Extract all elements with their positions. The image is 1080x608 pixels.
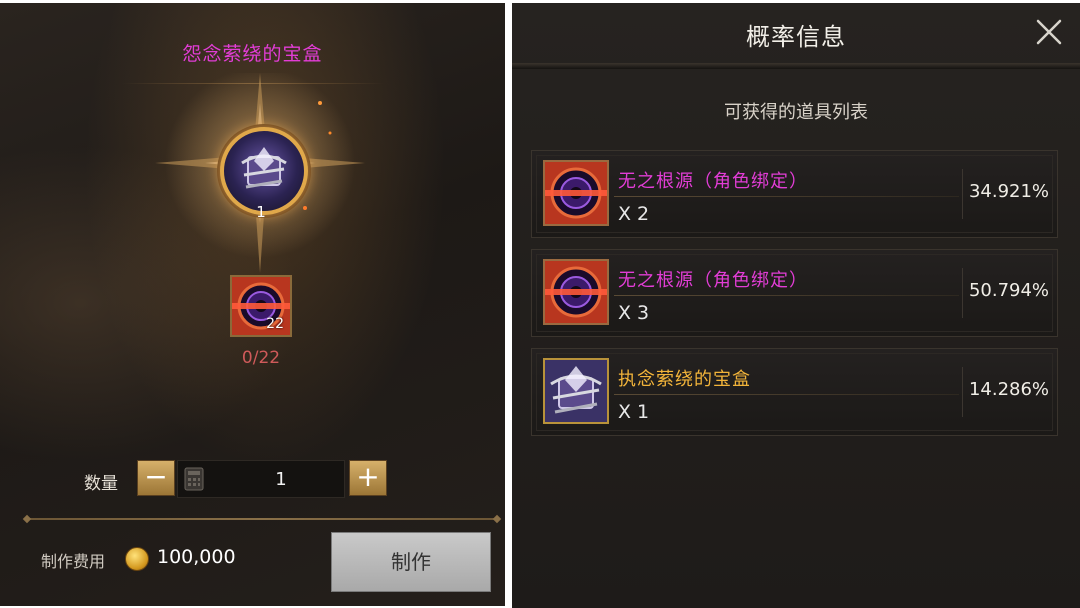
portal-rune-icon xyxy=(545,162,607,224)
quantity-value: 1 xyxy=(275,469,287,490)
quantity-label: 数量 xyxy=(84,474,118,494)
item-underline xyxy=(614,196,959,197)
list-item: 执念萦绕的宝盒 X 1 14.286% xyxy=(531,348,1058,436)
list-item: 无之根源（角色绑定） X 3 50.794% xyxy=(531,249,1058,337)
craft-button[interactable]: 制作 xyxy=(331,532,491,592)
gold-coin-icon xyxy=(125,547,149,571)
crafting-panel: 怨念萦绕的宝盒 1 22 0/22 数量 − 1 + 制作费用 100,000 … xyxy=(0,3,505,606)
close-icon[interactable] xyxy=(1035,18,1063,46)
main-item-slot[interactable] xyxy=(220,127,308,215)
item-name: 无之根源（角色绑定） xyxy=(618,270,808,291)
cost-label: 制作费用 xyxy=(41,552,106,571)
section-divider xyxy=(27,518,497,520)
material-progress: 0/22 xyxy=(241,348,281,368)
column-separator xyxy=(962,169,963,219)
item-quantity: X 2 xyxy=(618,203,650,225)
chained-box-icon xyxy=(241,147,287,189)
craft-item-title: 怨念萦绕的宝盒 xyxy=(182,43,323,65)
item-quantity: X 1 xyxy=(618,401,650,423)
list-item: 无之根源（角色绑定） X 2 34.921% xyxy=(531,150,1058,238)
item-icon-slot[interactable] xyxy=(543,259,609,325)
decrease-quantity-button[interactable]: − xyxy=(137,460,175,496)
item-icon-slot[interactable] xyxy=(543,358,609,424)
header-divider xyxy=(512,63,1080,69)
item-name: 执念萦绕的宝盒 xyxy=(618,369,751,390)
chained-box-icon xyxy=(545,360,607,422)
column-separator xyxy=(962,367,963,417)
item-underline xyxy=(614,295,959,296)
item-probability: 14.286% xyxy=(968,379,1050,400)
item-underline xyxy=(614,394,959,395)
portal-rune-icon xyxy=(545,261,607,323)
item-icon-slot[interactable] xyxy=(543,160,609,226)
increase-quantity-button[interactable]: + xyxy=(349,460,387,496)
item-name: 无之根源（角色绑定） xyxy=(618,171,808,192)
item-probability: 50.794% xyxy=(968,280,1050,301)
cost-value: 100,000 xyxy=(157,546,236,568)
quantity-input[interactable]: 1 xyxy=(177,460,345,498)
item-probability: 34.921% xyxy=(968,181,1050,202)
material-count: 22 xyxy=(266,316,284,332)
material-slot[interactable]: 22 xyxy=(230,275,292,337)
obtainable-items-heading: 可获得的道具列表 xyxy=(724,102,868,123)
item-quantity: X 3 xyxy=(618,302,650,324)
probability-panel: 概率信息 可获得的道具列表 无之根源（角色绑定） X 2 34.921% 无之根… xyxy=(512,3,1080,608)
panel-title: 概率信息 xyxy=(746,23,846,51)
main-item-count: 1 xyxy=(256,203,266,221)
calculator-icon[interactable] xyxy=(184,467,204,491)
column-separator xyxy=(962,268,963,318)
